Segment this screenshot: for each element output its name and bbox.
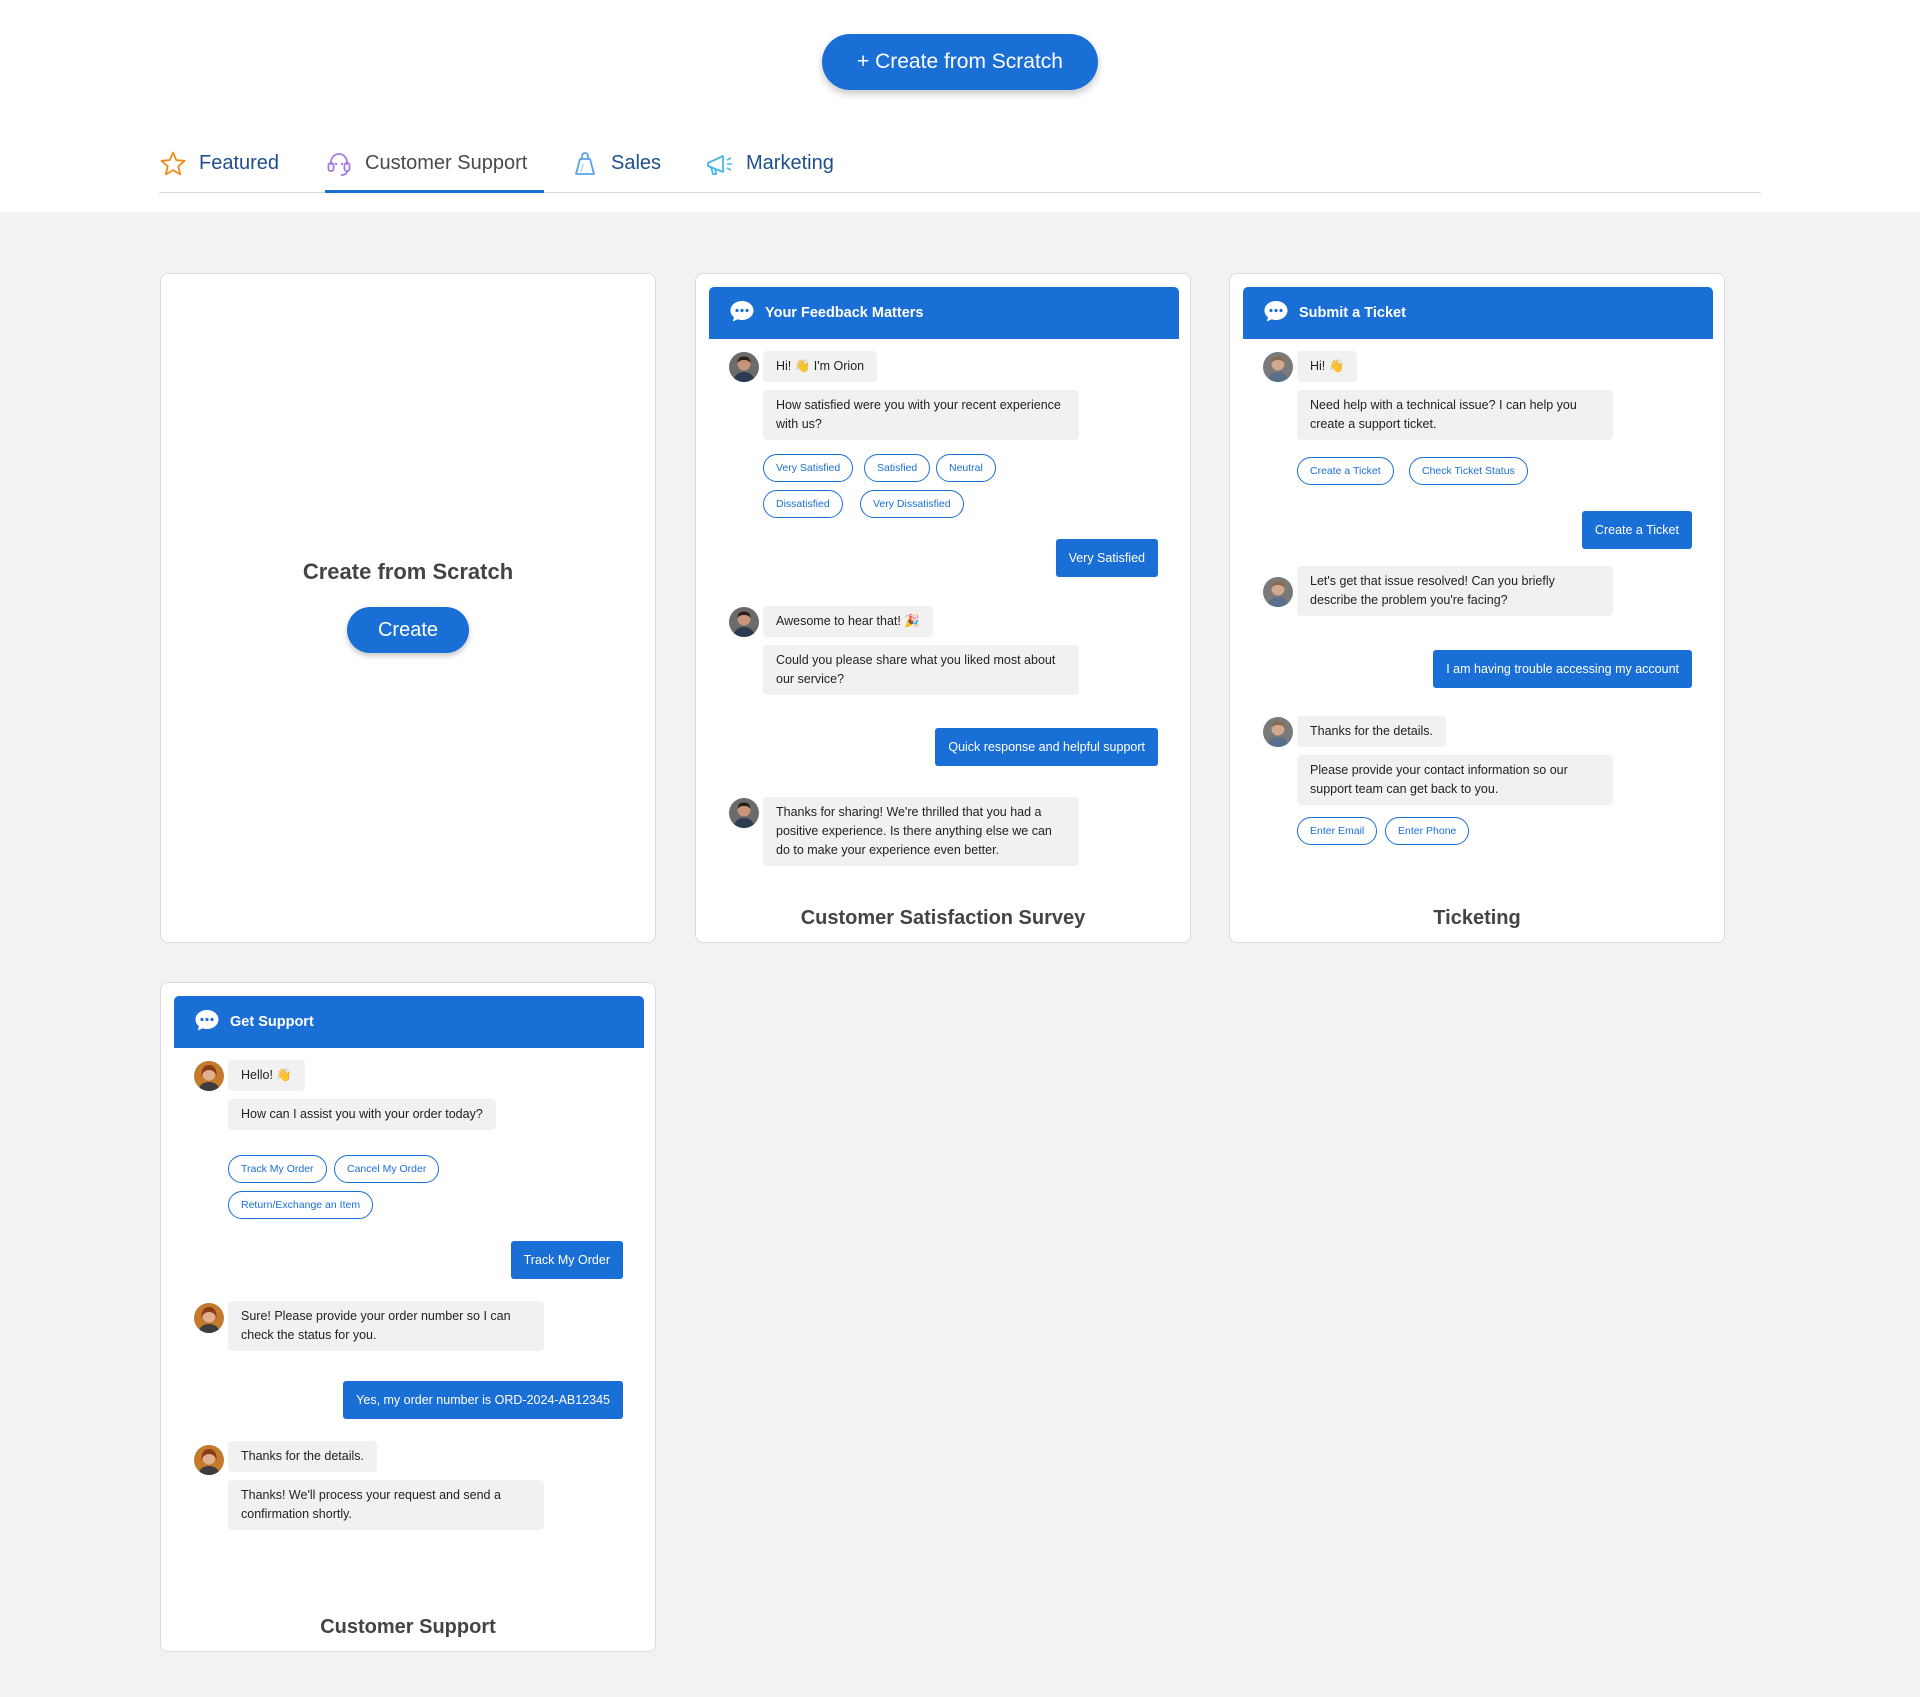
chat-bubble-icon [1263, 299, 1289, 327]
create-button[interactable]: Create [347, 607, 469, 653]
bot-avatar [194, 1061, 224, 1091]
bot-message: How satisfied were you with your recent … [763, 390, 1079, 440]
chat-header: Your Feedback Matters [709, 287, 1179, 339]
star-icon [159, 150, 187, 178]
bot-message: Let's get that issue resolved! Can you b… [1297, 566, 1613, 616]
chat-body: Hello! 👋 How can I assist you with your … [174, 1048, 644, 1593]
reply-chip-cancel-order[interactable]: Cancel My Order [334, 1155, 440, 1183]
top-bar: + Create from Scratch Featured Customer … [0, 0, 1920, 212]
reply-chip-enter-email[interactable]: Enter Email [1297, 817, 1378, 845]
bot-message: Sure! Please provide your order number s… [228, 1301, 544, 1351]
bot-message: Awesome to hear that! 🎉 [763, 606, 933, 637]
bot-avatar [1263, 577, 1293, 607]
reply-chip-track-order[interactable]: Track My Order [228, 1155, 327, 1183]
bot-message: Could you please share what you liked mo… [763, 645, 1079, 695]
bot-message: Thanks for sharing! We're thrilled that … [763, 797, 1079, 866]
bot-message: Thanks! We'll process your request and s… [228, 1480, 544, 1530]
reply-chip-very-satisfied[interactable]: Very Satisfied [763, 454, 854, 482]
card-title: Ticketing [1433, 907, 1521, 929]
bot-avatar [729, 798, 759, 828]
bot-message: Please provide your contact information … [1297, 755, 1613, 805]
user-message: Track My Order [510, 1241, 623, 1279]
chat-body: Hi! 👋 Need help with a technical issue? … [1243, 339, 1713, 884]
user-message: Very Satisfied [1055, 539, 1158, 577]
chat-bubble-icon [729, 299, 755, 327]
tab-sales[interactable]: Sales [571, 140, 663, 193]
bot-avatar [194, 1303, 224, 1333]
category-tabs: Featured Customer Support Sales Marketin… [159, 140, 1761, 193]
chat-header: Get Support [174, 996, 644, 1048]
reply-chip-very-dissatisfied[interactable]: Very Dissatisfied [860, 490, 964, 518]
user-message: Create a Ticket [1581, 511, 1692, 549]
template-card-customer-support[interactable]: Get Support Hello! 👋 How can I assist yo… [160, 982, 656, 1652]
bot-message: How can I assist you with your order tod… [228, 1099, 496, 1130]
bot-message: Hello! 👋 [228, 1060, 305, 1091]
reply-chip-enter-phone[interactable]: Enter Phone [1385, 817, 1470, 845]
reply-chip-satisfied[interactable]: Satisfied [864, 454, 931, 482]
card-title: Customer Satisfaction Survey [800, 907, 1086, 929]
tab-label: Featured [199, 152, 280, 174]
chat-body: Hi! 👋 I'm Orion How satisfied were you w… [709, 339, 1179, 884]
bot-message: Need help with a technical issue? I can … [1297, 390, 1613, 440]
bag-icon [571, 150, 599, 178]
chat-header-title: Get Support [230, 1014, 314, 1030]
megaphone-icon [704, 150, 734, 178]
template-card-customer-satisfaction-survey[interactable]: Your Feedback Matters Hi! 👋 I'm Orion Ho… [695, 273, 1191, 943]
reply-chip-dissatisfied[interactable]: Dissatisfied [763, 490, 843, 518]
bot-avatar [1263, 717, 1293, 747]
tab-customer-support[interactable]: Customer Support [325, 140, 544, 193]
create-from-scratch-card[interactable]: Create from Scratch Create [160, 273, 656, 943]
create-from-scratch-button[interactable]: + Create from Scratch [822, 34, 1098, 90]
tab-featured[interactable]: Featured [159, 140, 279, 193]
bot-message: Thanks for the details. [1297, 716, 1446, 747]
reply-chip-check-ticket-status[interactable]: Check Ticket Status [1409, 457, 1528, 485]
reply-chip-neutral[interactable]: Neutral [936, 454, 996, 482]
template-card-ticketing[interactable]: Submit a Ticket Hi! 👋 Need help with a t… [1229, 273, 1725, 943]
user-message: I am having trouble accessing my account [1433, 650, 1692, 688]
card-title: Create from Scratch [302, 559, 514, 584]
tab-label: Customer Support [365, 152, 528, 174]
bot-message: Thanks for the details. [228, 1441, 377, 1472]
user-message: Yes, my order number is ORD-2024-AB12345 [343, 1381, 623, 1419]
tab-label: Sales [611, 152, 662, 174]
card-title: Customer Support [320, 1616, 496, 1638]
bot-avatar [729, 352, 759, 382]
reply-chip-return-exchange[interactable]: Return/Exchange an Item [228, 1191, 374, 1219]
bot-message: Hi! 👋 I'm Orion [763, 351, 878, 382]
user-message: Quick response and helpful support [935, 728, 1158, 766]
chat-header-title: Submit a Ticket [1299, 305, 1406, 321]
tab-marketing[interactable]: Marketing [704, 140, 844, 193]
tab-label: Marketing [746, 152, 834, 174]
bot-avatar [1263, 352, 1293, 382]
chat-header: Submit a Ticket [1243, 287, 1713, 339]
bot-avatar [194, 1445, 224, 1475]
chat-header-title: Your Feedback Matters [765, 305, 924, 321]
headset-icon [325, 150, 353, 178]
bot-avatar [729, 607, 759, 637]
bot-message: Hi! 👋 [1297, 351, 1358, 382]
reply-chip-create-ticket[interactable]: Create a Ticket [1297, 457, 1394, 485]
chat-bubble-icon [194, 1008, 220, 1036]
